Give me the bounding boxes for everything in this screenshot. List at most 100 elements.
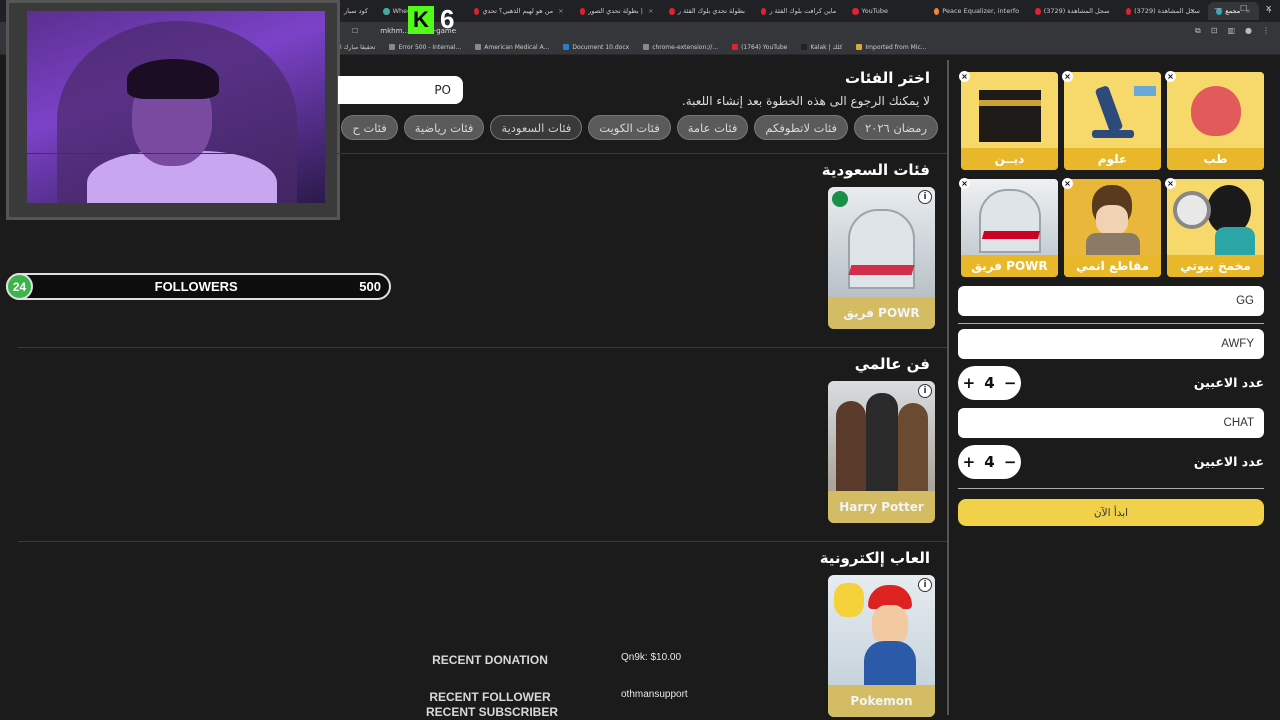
bookmark-label: Imported from Mic... [865,43,927,51]
plus-icon[interactable]: + [963,453,976,471]
selected-category-science[interactable]: علوم [1064,72,1161,170]
chip-kuwait[interactable]: فئات الكويت [588,115,671,140]
category-card-pokemon[interactable]: Pokemon i [828,575,935,717]
remove-category-icon[interactable]: × [1062,71,1073,82]
info-icon[interactable]: i [918,190,932,204]
players-stepper: + 4 − [958,445,1021,479]
sidebar-icon[interactable]: ▥ [1227,26,1235,36]
players-count-label: عدد الاعبين [1193,454,1264,469]
page-subtitle: لا يمكنك الرجوع الى هذه الخطوة بعد إنشاء… [681,94,930,108]
bookmark-item[interactable]: American Medical A... [475,44,549,51]
bookmark-item[interactable]: Imported from Mic... [856,44,926,51]
section-title-saudi: فئات السعودية [821,161,930,179]
bookmark-label: Kalak | كلك [810,43,843,51]
pikachu-figure [834,583,864,617]
microscope-icon [1064,72,1161,148]
team3-name-input[interactable]: CHAT [958,408,1264,438]
tab-search-icon[interactable]: ⌄ [1189,4,1196,13]
browser-tab[interactable]: بطولة تحدي بلوك الفئة ر [661,2,753,20]
bookmark-star-icon[interactable]: ☐ [352,27,358,35]
bookmark-item[interactable]: (1764) YouTube [732,44,787,51]
remove-category-icon[interactable]: × [1165,178,1176,189]
selected-category-beauty[interactable]: مخمخ بيوتي [1167,179,1264,277]
info-icon[interactable]: i [918,578,932,592]
plus-icon[interactable]: + [963,374,976,392]
browser-tab[interactable]: ماين كرافت بلوك الفئة ر [753,2,844,20]
divider [958,488,1264,489]
youtube-icon [732,44,739,50]
profile-icon[interactable]: ● [1245,26,1252,36]
followers-goal-bar: 24 FOLLOWERS 500 [6,273,391,300]
globe-icon [475,44,482,50]
browser-tab[interactable]: YouTube [844,2,896,20]
followers-label: FOLLOWERS [154,279,238,294]
close-icon[interactable]: × [558,7,563,15]
minimize-icon[interactable]: — [1214,4,1222,13]
divider [18,153,948,154]
panel-divider [947,60,949,715]
saudi-badge-icon [832,191,848,207]
start-game-button[interactable]: ابدأ الآن [958,499,1264,526]
heart-anatomy-icon [1167,72,1264,148]
remove-category-icon[interactable]: × [1062,178,1073,189]
close-icon[interactable]: × [648,7,653,15]
chip-more[interactable]: فئات ح [341,115,398,140]
category-card-label: Pokemon [828,685,935,717]
selected-category-label: مخمخ بيوتي [1167,255,1264,277]
bookmark-item[interactable]: Error 500 - Internal... [389,44,461,51]
bookmark-label: (1764) YouTube [741,43,788,51]
minus-icon[interactable]: − [1004,453,1017,471]
close-window-icon[interactable]: ✕ [1265,4,1272,13]
team1-name-input[interactable]: GG [958,286,1264,316]
maximize-icon[interactable]: ☐ [1240,4,1247,13]
browser-tab[interactable]: (3729) سجل المشاهدة [1027,2,1117,20]
recent-donation-value: Qn9k: $10.00 [621,652,682,663]
selected-category-medicine[interactable]: طب [1167,72,1264,170]
browser-tab[interactable]: من هو لهيم الذهبي؟ تحدي × [466,2,571,20]
bookmark-item[interactable]: Document 10.docx [563,44,629,51]
bookmark-label: chrome-extension://... [652,43,719,51]
info-icon[interactable]: i [918,384,932,398]
selected-category-label: علوم [1064,148,1161,170]
category-card-label: Harry Potter [828,491,935,523]
downloads-icon[interactable]: ⊡ [1211,26,1218,36]
browser-tab[interactable]: كود سبار [336,2,375,20]
team3-players-row: عدد الاعبين + 4 − [958,445,1264,479]
divider [18,541,948,542]
category-search-input[interactable]: PO [338,76,463,104]
chip-sports[interactable]: فئات رياضية [403,115,485,140]
kalak-icon [801,44,808,50]
selected-category-religion[interactable]: ديــن [961,72,1058,170]
bookmark-label: American Medical A... [484,43,550,51]
minus-icon[interactable]: − [1004,374,1017,392]
recent-donation-label: RECENT DONATION [432,653,548,667]
bookmark-item[interactable]: Kalak | كلك [801,44,842,51]
chip-general[interactable]: فئات عامة [676,115,749,140]
chip-ramadan[interactable]: رمضان ٢٠٢٦ [853,115,938,140]
tab-title: بطولة تحدي الصور | [588,7,643,15]
harry-potter-image [828,381,935,491]
chip-saudi[interactable]: فئات السعودية [490,115,583,140]
remove-category-icon[interactable]: × [1165,71,1176,82]
bookmark-item[interactable]: تحقيقا مبارك ا [340,44,375,51]
extensions-icon[interactable]: ⧉ [1195,26,1201,36]
team2-name-input[interactable]: AWFY [958,329,1264,359]
menu-icon[interactable]: ⋮ [1262,26,1270,36]
chip-latatofkom[interactable]: فئات لاتطوفكم [754,115,848,140]
globe-icon [389,44,396,50]
selected-category-powr[interactable]: فريق POWR [961,179,1058,277]
browser-tab[interactable]: بطولة تحدي الصور | × [572,2,662,20]
section-title-world-art: فن عالمي [854,355,930,373]
category-card-harry-potter[interactable]: Harry Potter i [828,381,935,523]
window-controls: ⌄ — ☐ ✕ [1189,4,1272,13]
tab-title: YouTube [861,7,888,15]
category-card-powr[interactable]: فريق POWR i [828,187,935,329]
selected-category-anime-clips[interactable]: مقاطع انمي [1064,179,1161,277]
kick-badge: K 6 [408,4,454,35]
bookmark-item[interactable]: chrome-extension://... [643,44,718,51]
followers-current: 24 [6,273,33,300]
kick-logo-icon: K [408,5,434,34]
remove-category-icon[interactable]: × [959,178,970,189]
remove-category-icon[interactable]: × [959,71,970,82]
browser-tab[interactable]: Peace Equalizer, interfo [926,2,1027,20]
